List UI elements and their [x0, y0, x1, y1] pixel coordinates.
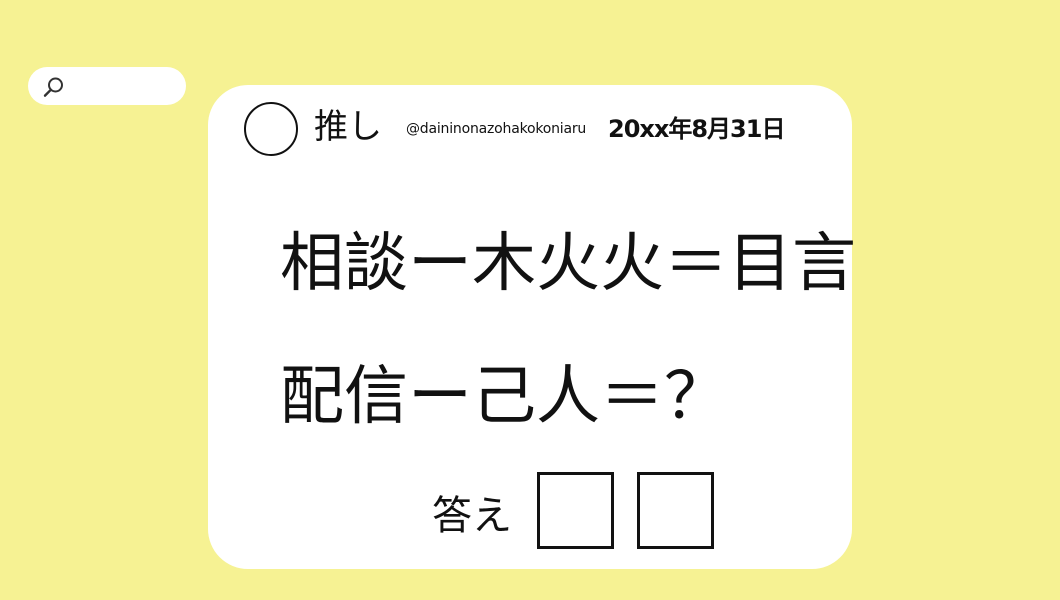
answer-box-2[interactable] — [637, 472, 714, 549]
user-handle: @daininonazohakokoniaru — [406, 121, 587, 137]
puzzle-line-2: 配信ー己人＝？ — [280, 360, 728, 434]
post-card: 推し @daininonazohakokoniaru 20xx年8月31日 相談… — [208, 85, 856, 569]
display-name: 推し — [314, 107, 382, 147]
answer-label: 答え — [432, 493, 512, 539]
puzzle-line-1: 相談ー木火火＝目言 — [280, 227, 856, 301]
answer-box-1[interactable] — [537, 472, 614, 549]
search-icon — [43, 77, 63, 97]
avatar[interactable] — [244, 102, 298, 156]
search-bar[interactable] — [28, 67, 186, 105]
post-date: 20xx年8月31日 — [608, 115, 785, 143]
